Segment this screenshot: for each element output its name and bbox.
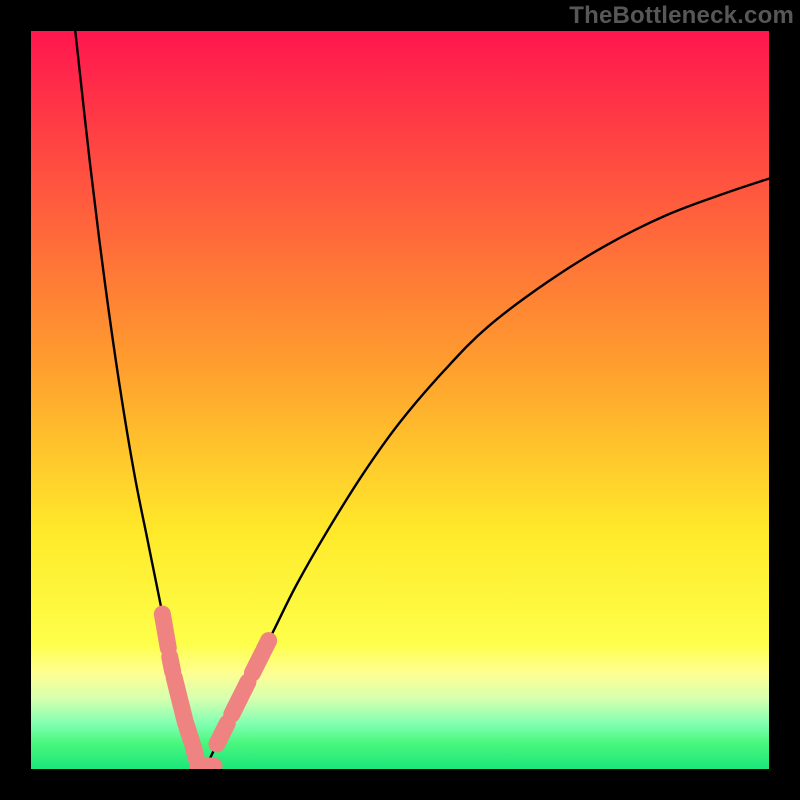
sausage-marker bbox=[162, 614, 168, 648]
watermark-label: TheBottleneck.com bbox=[569, 2, 794, 30]
sausage-marker bbox=[264, 641, 268, 650]
sausage-marker bbox=[221, 723, 227, 735]
plot-area bbox=[31, 31, 769, 769]
outer-frame: TheBottleneck.com bbox=[0, 0, 800, 800]
sausage-marker bbox=[244, 682, 248, 691]
sausage-marker bbox=[174, 677, 184, 718]
chart-canvas bbox=[31, 31, 769, 769]
sausage-marker bbox=[193, 747, 196, 759]
gradient-background bbox=[31, 31, 769, 769]
